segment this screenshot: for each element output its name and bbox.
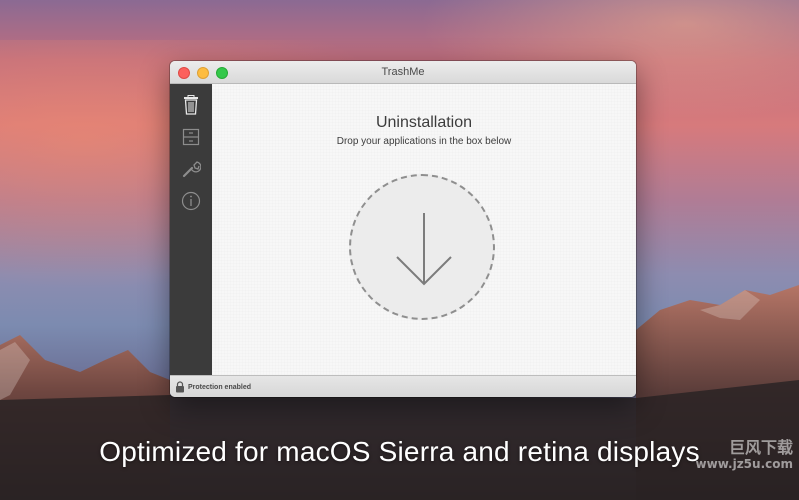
maximize-button[interactable] bbox=[216, 67, 228, 79]
main-content: Uninstallation Drop your applications in… bbox=[212, 84, 636, 375]
window-title: TrashMe bbox=[381, 66, 425, 78]
cabinet-icon bbox=[182, 128, 200, 146]
protection-status: Protection enabled bbox=[188, 383, 252, 391]
status-bar: Protection enabled bbox=[170, 375, 636, 397]
close-button[interactable] bbox=[178, 67, 190, 79]
site-watermark: 巨风下载 www.jz5u.com bbox=[696, 440, 793, 472]
drop-zone[interactable] bbox=[349, 174, 495, 320]
minimize-button[interactable] bbox=[197, 67, 209, 79]
sidebar-item-about[interactable] bbox=[180, 190, 202, 212]
sidebar-item-leftovers[interactable] bbox=[180, 126, 202, 148]
traffic-lights bbox=[178, 67, 228, 79]
page-title: Uninstallation bbox=[375, 114, 473, 131]
watermark-line2: www.jz5u.com bbox=[695, 457, 793, 471]
lock-icon bbox=[176, 381, 184, 393]
sidebar-item-uninstall[interactable] bbox=[180, 94, 202, 116]
promo-caption: Optimized for macOS Sierra and retina di… bbox=[99, 436, 700, 467]
app-window: TrashMe Uninstallation Drop your applica… bbox=[170, 61, 636, 397]
wrench-icon bbox=[182, 161, 201, 178]
page-subtitle: Drop your applications in the box below bbox=[336, 136, 512, 147]
info-icon bbox=[181, 191, 201, 211]
sidebar bbox=[170, 84, 212, 375]
sidebar-item-settings[interactable] bbox=[180, 158, 202, 180]
trash-icon bbox=[184, 95, 198, 115]
title-bar[interactable]: TrashMe bbox=[170, 61, 636, 84]
watermark-line1: 巨风下载 bbox=[728, 438, 793, 457]
arrow-down-icon bbox=[396, 213, 452, 286]
